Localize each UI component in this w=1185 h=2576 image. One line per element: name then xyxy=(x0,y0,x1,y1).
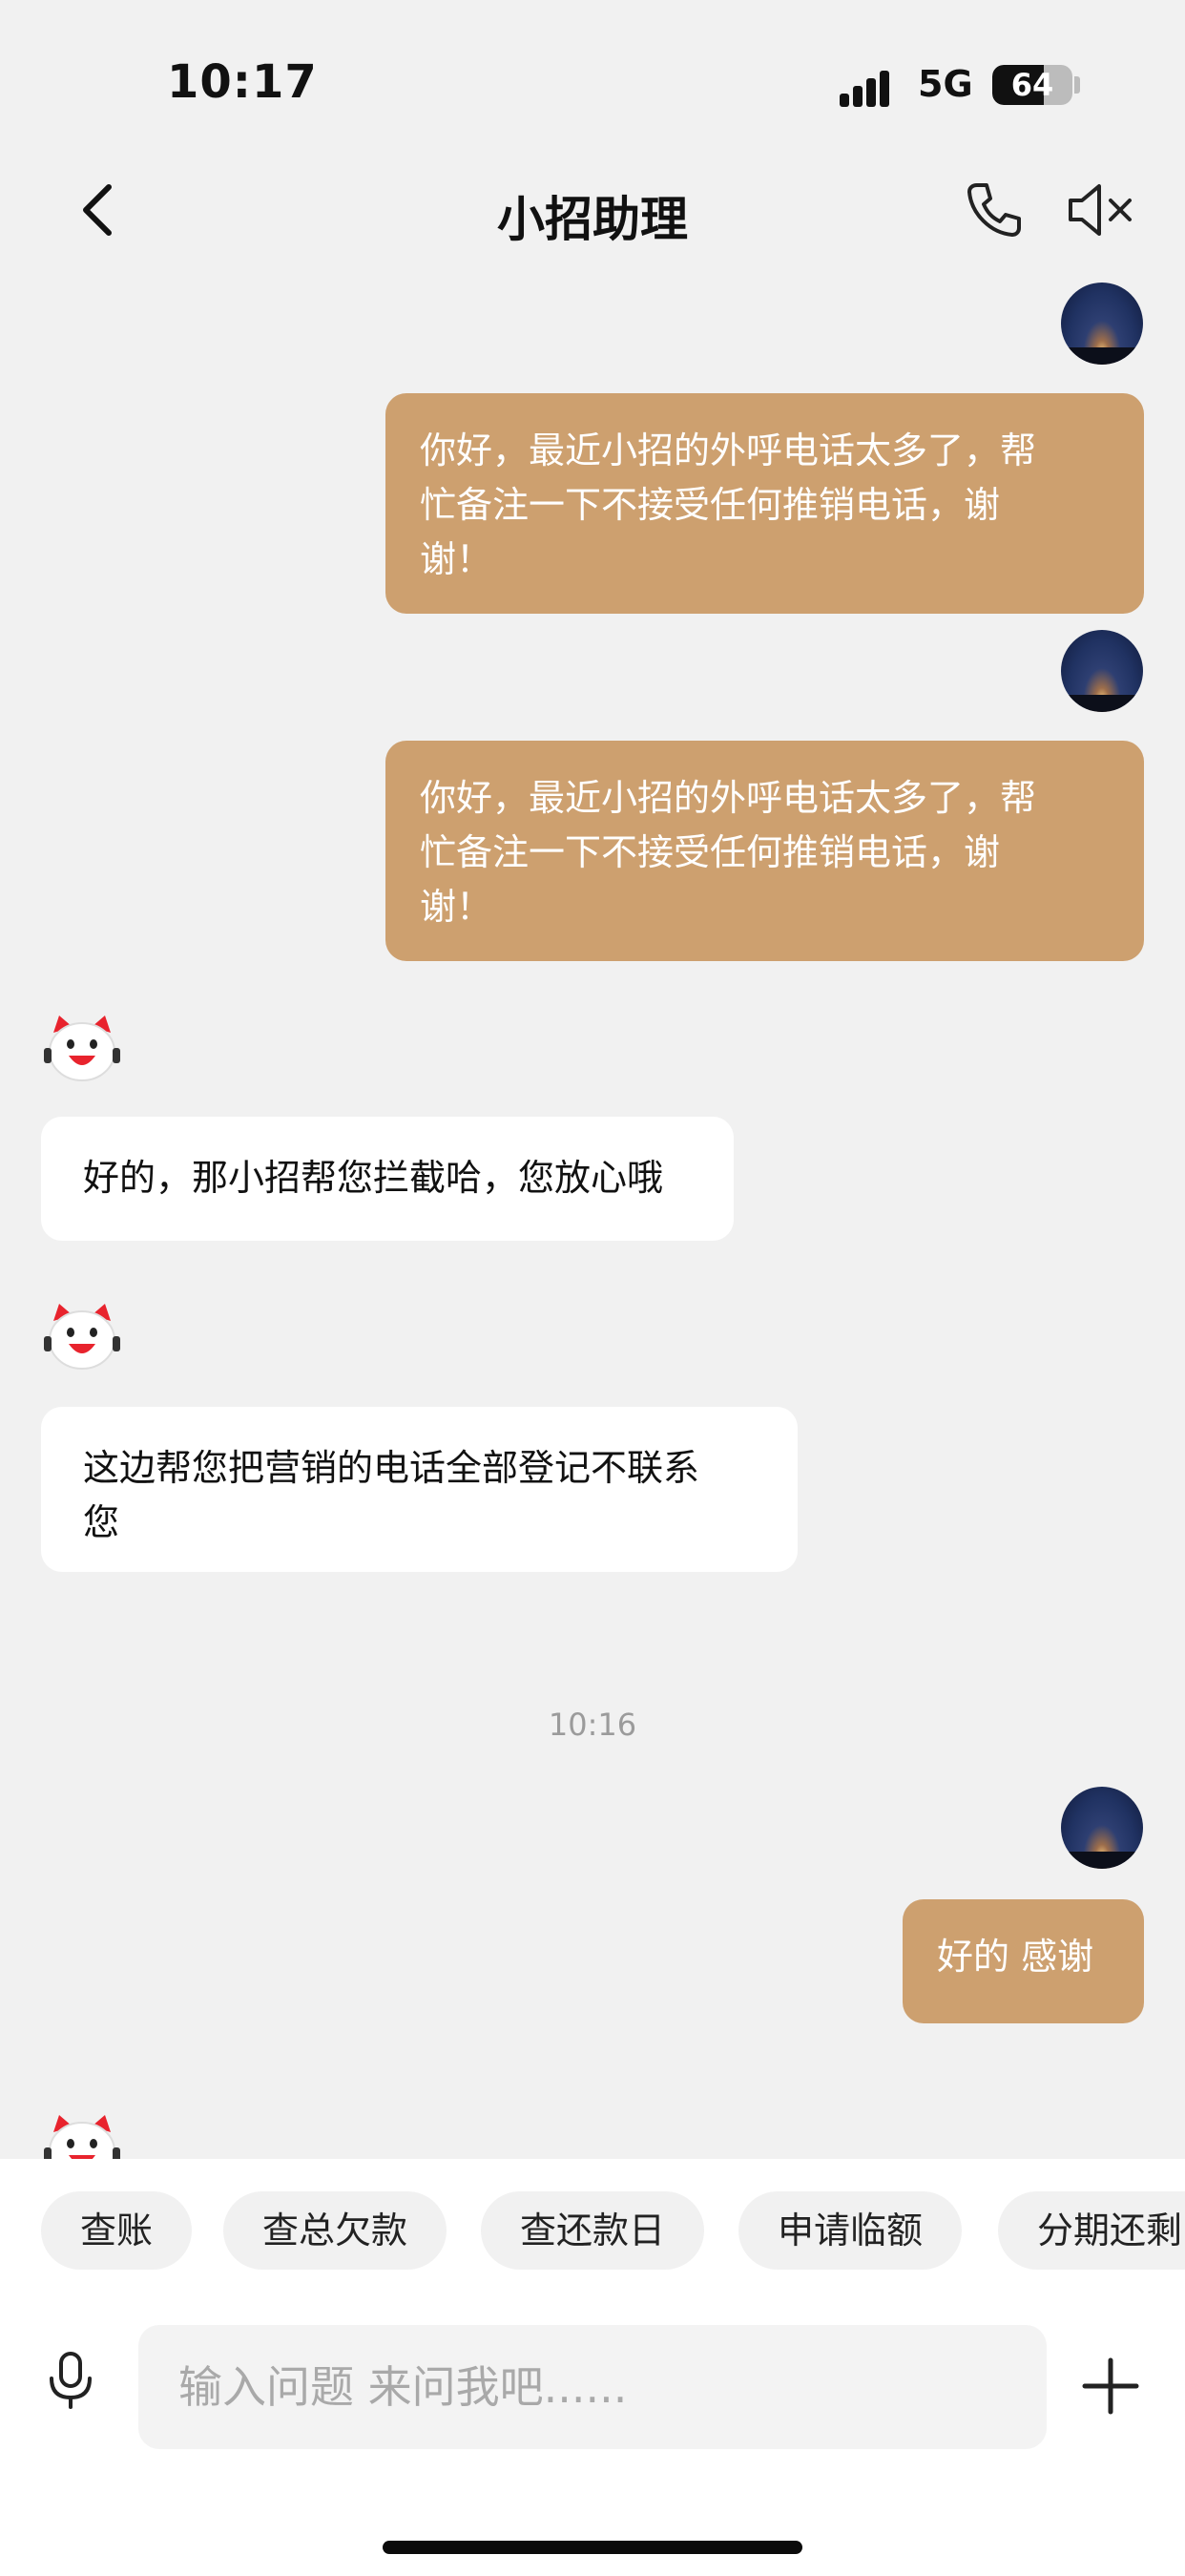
bot-avatar-icon[interactable] xyxy=(40,1012,124,1088)
user-avatar[interactable] xyxy=(1061,630,1143,712)
user-avatar[interactable] xyxy=(1061,283,1143,365)
battery-cap xyxy=(1074,76,1080,94)
quick-reply-chip[interactable]: 查总欠款 xyxy=(223,2191,447,2270)
user-message-bubble[interactable]: 好的 感谢 xyxy=(903,1899,1144,2023)
message-timestamp: 10:16 xyxy=(548,1707,637,1743)
microphone-icon[interactable] xyxy=(46,2350,95,2411)
message-text-line: 你好，最近小招的外呼电话太多了，帮 xyxy=(420,777,1037,819)
message-text-line: 你好，最近小招的外呼电话太多了，帮 xyxy=(420,429,1037,471)
message-text-line: 您 xyxy=(83,1501,120,1543)
message-text-line: 这边帮您把营销的电话全部登记不联系 xyxy=(83,1447,700,1489)
battery-icon: 64 xyxy=(992,65,1072,105)
battery-level: 64 xyxy=(1010,67,1054,103)
message-text: 好的，那小招帮您拦截哈，您放心哦 xyxy=(83,1157,664,1199)
message-input[interactable] xyxy=(138,2325,1047,2449)
quick-reply-chip[interactable]: 申请临额 xyxy=(738,2191,963,2270)
chat-screen: 10:17 5G 64 小招助理 你好，最近小招的外呼电话太多了，帮 忙备注一下… xyxy=(0,0,1185,2576)
bot-message-bubble[interactable]: 好的，那小招帮您拦截哈，您放心哦 xyxy=(41,1117,734,1241)
bot-message-bubble[interactable]: 这边帮您把营销的电话全部登记不联系 您 xyxy=(41,1407,798,1572)
input-panel: 查账 查总欠款 查还款日 申请临额 分期还剩 xyxy=(0,2159,1185,2576)
quick-reply-chip[interactable]: 查还款日 xyxy=(481,2191,705,2270)
network-type: 5G xyxy=(918,63,973,105)
user-avatar[interactable] xyxy=(1061,1787,1143,1869)
status-bar: 10:17 5G 64 xyxy=(0,0,1185,143)
nav-bar: 小招助理 xyxy=(0,143,1185,277)
message-text-line: 忙备注一下不接受任何推销电话，谢 xyxy=(420,484,1001,526)
phone-icon[interactable] xyxy=(964,179,1025,241)
status-time: 10:17 xyxy=(167,55,318,109)
message-text-line: 谢！ xyxy=(420,538,493,580)
mute-speaker-icon[interactable] xyxy=(1067,181,1137,239)
signal-icon xyxy=(840,69,901,107)
quick-reply-chip[interactable]: 分期还剩 xyxy=(998,2191,1185,2270)
chat-messages[interactable]: 你好，最近小招的外呼电话太多了，帮 忙备注一下不接受任何推销电话，谢 谢！ 你好… xyxy=(0,277,1185,2159)
message-text-line: 谢！ xyxy=(420,886,493,928)
plus-icon[interactable] xyxy=(1081,2356,1140,2416)
message-text: 好的 感谢 xyxy=(937,1936,1094,1978)
user-message-bubble[interactable]: 你好，最近小招的外呼电话太多了，帮 忙备注一下不接受任何推销电话，谢 谢！ xyxy=(385,741,1144,961)
bot-avatar-icon[interactable] xyxy=(40,2111,124,2159)
quick-reply-chip[interactable]: 查账 xyxy=(41,2191,193,2270)
message-text-line: 忙备注一下不接受任何推销电话，谢 xyxy=(420,831,1001,873)
bot-avatar-icon[interactable] xyxy=(40,1300,124,1376)
home-indicator[interactable] xyxy=(383,2541,802,2554)
quick-reply-bar[interactable]: 查账 查总欠款 查还款日 申请临额 分期还剩 xyxy=(0,2191,1185,2272)
user-message-bubble[interactable]: 你好，最近小招的外呼电话太多了，帮 忙备注一下不接受任何推销电话，谢 谢！ xyxy=(385,393,1144,614)
